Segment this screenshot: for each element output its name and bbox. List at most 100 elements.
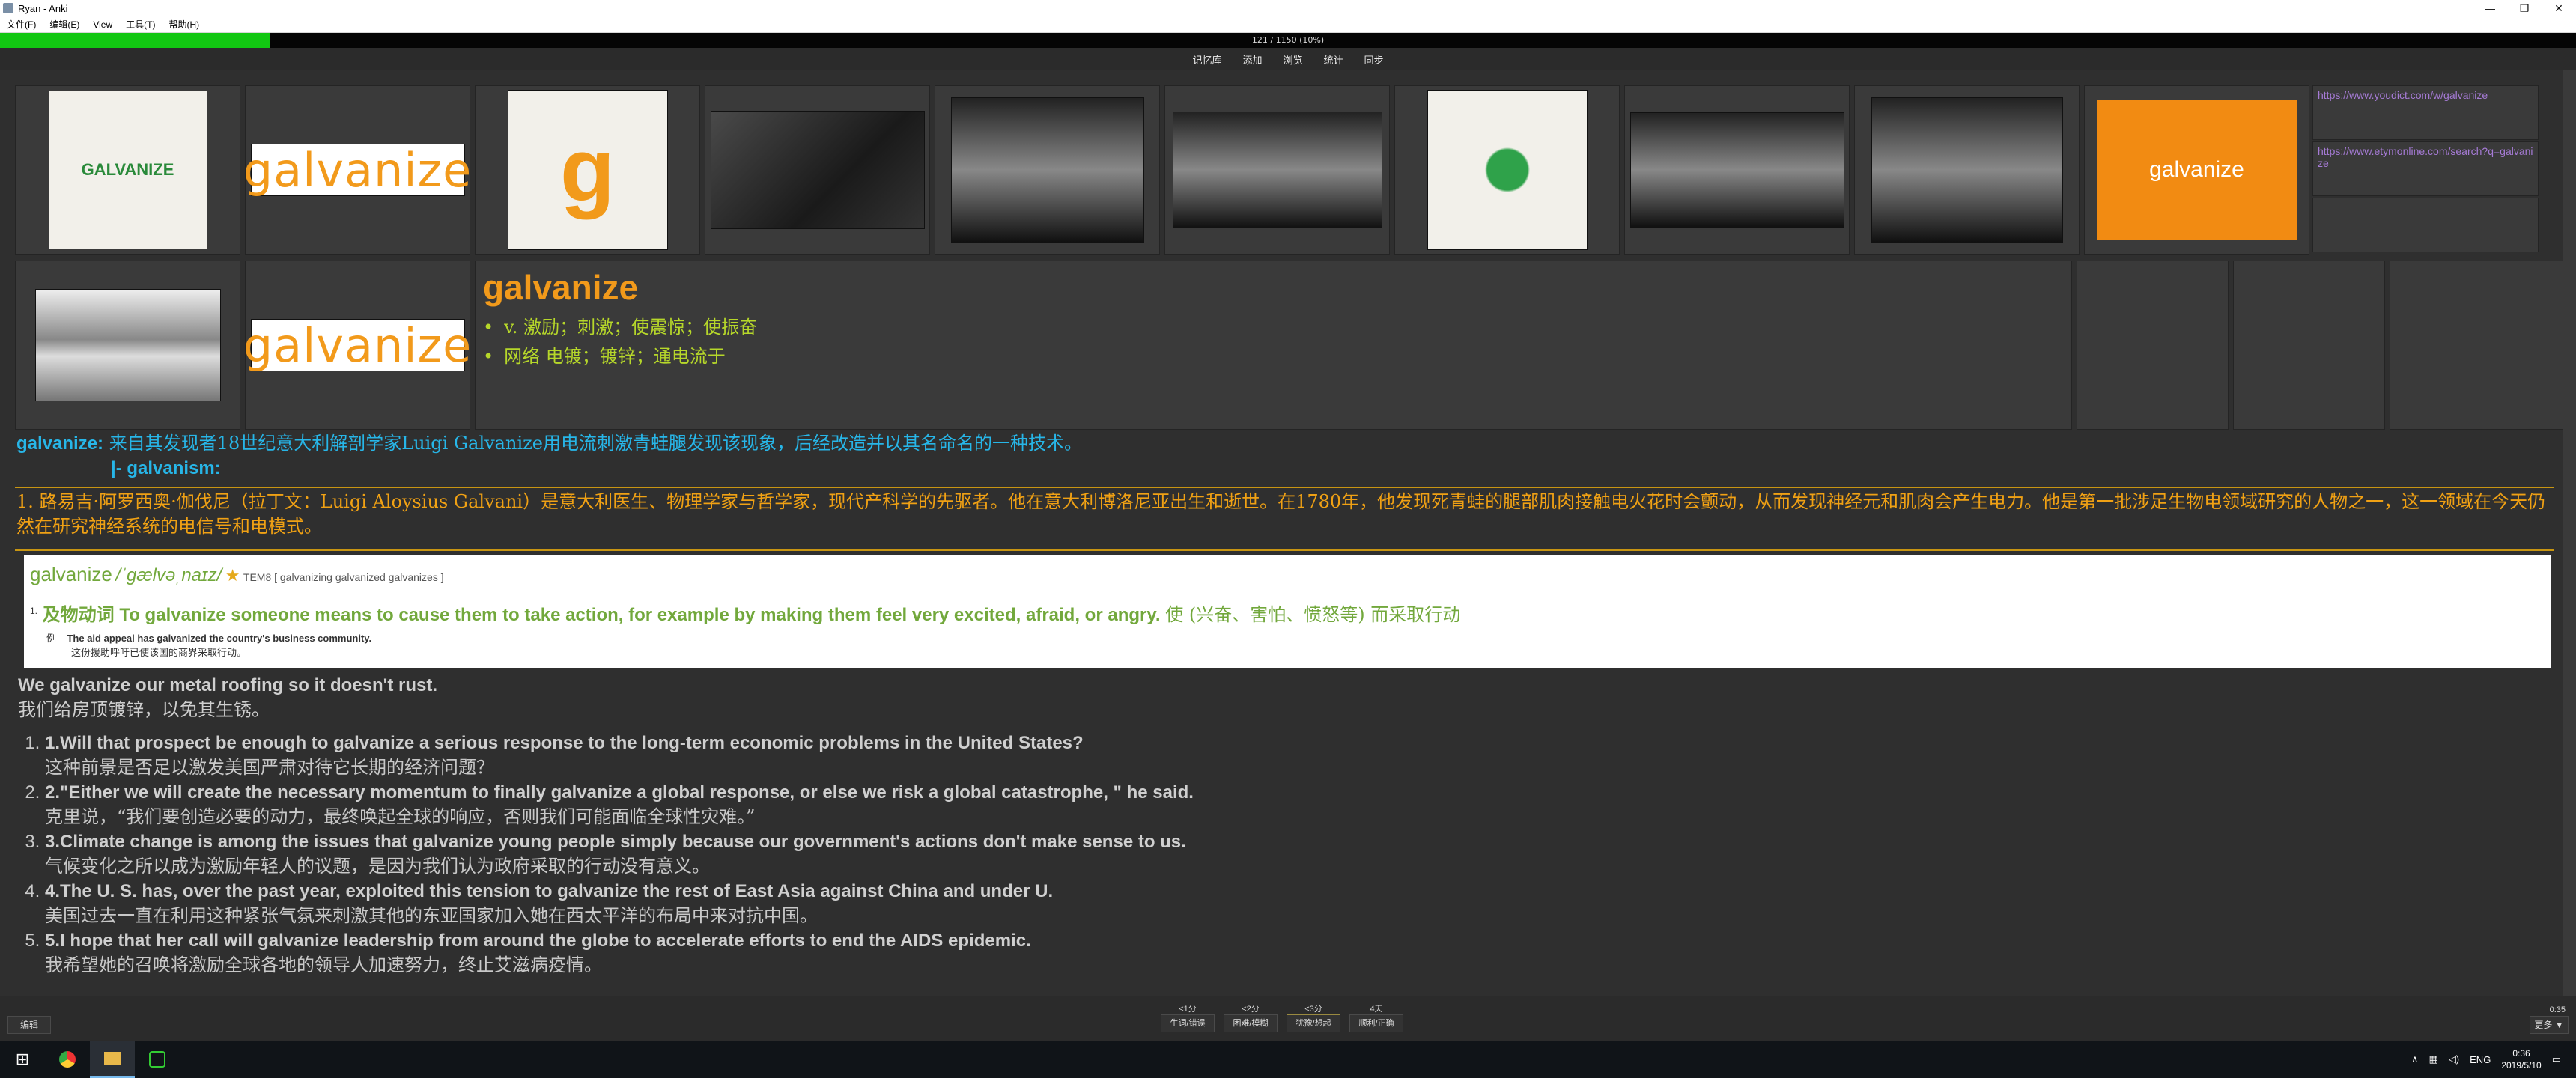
empty-tile bbox=[2233, 261, 2385, 430]
answer-bar: 编辑 <1分 生词/错误 <2分 困难/模糊 <3分 犹豫/想起 4天 顺利/正… bbox=[0, 996, 2576, 1041]
list-item: 3.Climate change is among the issues tha… bbox=[45, 829, 2549, 879]
bullet-icon: • bbox=[483, 346, 494, 367]
galvanize-g-logo-image: g bbox=[507, 90, 668, 250]
image-grid: GALVANIZE galvanize g galvanize bbox=[15, 85, 2309, 255]
toolbar-add[interactable]: 添加 bbox=[1233, 50, 1271, 69]
definition-item: • v. 激励；刺激；使震惊；使振奋 bbox=[483, 312, 2064, 338]
answer-easy: 4天 顺利/正确 bbox=[1349, 1002, 1403, 1032]
reference-links: https://www.youdict.com/w/galvanize http… bbox=[2312, 85, 2539, 254]
answer-again: <1分 生词/错误 bbox=[1161, 1002, 1215, 1032]
clock-date: 2019/5/10 bbox=[2501, 1060, 2542, 1071]
bullet-icon: • bbox=[483, 317, 494, 338]
minimize-button[interactable]: — bbox=[2473, 0, 2507, 16]
clown-portrait-image bbox=[1871, 97, 2063, 243]
example-list: 1.Will that prospect be enough to galvan… bbox=[18, 731, 2549, 978]
menu-file[interactable]: 文件(F) bbox=[0, 18, 43, 31]
image-tile: galvanize bbox=[243, 85, 471, 255]
menu-edit[interactable]: 编辑(E) bbox=[43, 18, 86, 31]
biography-text: 1. 路易吉·阿罗西奥·伽伐尼（拉丁文：Luigi Aloysius Galva… bbox=[16, 490, 2555, 539]
etymology-text: 来自其发现者18世纪意大利解剖学家Luigi Galvanize用电流刺激青蛙腿… bbox=[109, 433, 1082, 454]
image-tile bbox=[15, 261, 240, 430]
word-title: galvanize bbox=[483, 268, 639, 307]
list-item: 2."Either we will create the necessary m… bbox=[45, 780, 2549, 829]
definition-list: • v. 激励；刺激；使震惊；使振奋 • 网络 电镀；镀锌；通电流于 bbox=[483, 312, 2064, 368]
example-en: 2."Either we will create the necessary m… bbox=[45, 782, 1194, 803]
close-button[interactable]: ✕ bbox=[2542, 0, 2576, 16]
answer-again-button[interactable]: 生词/错误 bbox=[1161, 1014, 1215, 1032]
youdict-link[interactable]: https://www.youdict.com/w/galvanize bbox=[2312, 85, 2539, 140]
example-en: 4.The U. S. has, over the past year, exp… bbox=[45, 881, 1054, 901]
sense-english: 及物动词 To galvanize someone means to cause… bbox=[42, 605, 1161, 625]
image-tile bbox=[1394, 85, 1620, 255]
star-icon: ★ bbox=[225, 566, 240, 585]
answer-hard: <2分 困难/模糊 bbox=[1224, 1002, 1278, 1032]
dict-headword: galvanize bbox=[30, 563, 112, 585]
answer-good: <3分 犹豫/想起 bbox=[1287, 1002, 1340, 1032]
card-view: GALVANIZE galvanize g galvanize https://… bbox=[0, 70, 2576, 996]
card-scrollbar[interactable] bbox=[2563, 70, 2576, 996]
answer-good-button[interactable]: 犹豫/想起 bbox=[1287, 1014, 1340, 1032]
separator bbox=[15, 487, 2554, 488]
toolbar-decks[interactable]: 记忆库 bbox=[1183, 50, 1230, 69]
etymology-sub-label: |- galvanism: bbox=[111, 458, 221, 478]
definition-item: • 网络 电镀；镀锌；通电流于 bbox=[483, 341, 2064, 368]
system-tray: ∧ ▦ ◁) ENG 0:36 2019/5/10 ▭ bbox=[2411, 1047, 2576, 1071]
chrome-icon[interactable] bbox=[45, 1041, 90, 1078]
dict-sense: 1. 及物动词 To galvanize someone means to ca… bbox=[30, 600, 2545, 626]
empty-link-cell bbox=[2312, 198, 2539, 252]
restore-button[interactable]: ❐ bbox=[2507, 0, 2542, 16]
lead-sentence-cn: 我们给房顶镀锌，以免其生锈。 bbox=[18, 699, 270, 720]
windows-start-icon[interactable]: ⊞ bbox=[0, 1041, 45, 1078]
network-icon[interactable]: ▦ bbox=[2429, 1053, 2438, 1065]
galvanize-orange-logo-image: galvanize bbox=[2096, 100, 2297, 240]
notification-icon[interactable]: ▭ bbox=[2552, 1053, 2561, 1065]
answer-buttons: <1分 生词/错误 <2分 困难/模糊 <3分 犹豫/想起 4天 顺利/正确 bbox=[1161, 1002, 1403, 1032]
image-tile: galvanize bbox=[243, 261, 473, 430]
anki-taskbar-icon[interactable] bbox=[135, 1041, 180, 1078]
answer-hard-button[interactable]: 困难/模糊 bbox=[1224, 1014, 1278, 1032]
galvanize-wordmark-image-2: galvanize bbox=[243, 317, 473, 373]
volume-icon[interactable]: ◁) bbox=[2449, 1053, 2459, 1065]
dict-header: galvanize /ˈɡælvəˌnaɪz/ ★ TEM8 [ galvani… bbox=[30, 563, 2545, 586]
group-photo-image bbox=[710, 111, 925, 229]
language-indicator[interactable]: ENG bbox=[2470, 1054, 2491, 1065]
etymonline-link[interactable]: https://www.etymonline.com/search?q=galv… bbox=[2312, 141, 2539, 196]
example-cn: 克里说，“我们要创造必要的动力，最终唤起全球的响应，否则我们可能面临全球性灾难。… bbox=[45, 806, 756, 827]
lead-sentence-en: We galvanize our metal roofing so it doe… bbox=[18, 675, 438, 695]
tray-chevron-icon[interactable]: ∧ bbox=[2411, 1053, 2419, 1065]
clown-face-image-1 bbox=[950, 97, 1144, 243]
etymology-block: galvanize: 来自其发现者18世纪意大利解剖学家Luigi Galvan… bbox=[16, 431, 1082, 481]
menu-view[interactable]: View bbox=[86, 19, 119, 30]
window-title: Ryan - Anki bbox=[18, 2, 68, 14]
toolbar-sync[interactable]: 同步 bbox=[1355, 50, 1393, 69]
separator bbox=[15, 549, 2554, 551]
toolbar-browse[interactable]: 浏览 bbox=[1274, 50, 1311, 69]
main-toolbar: 记忆库 添加 浏览 统计 同步 bbox=[0, 48, 2576, 70]
menu-bar: 文件(F) 编辑(E) View 工具(T) 帮助(H) bbox=[0, 16, 2576, 33]
image-tile: GALVANIZE bbox=[15, 85, 240, 255]
example-en: 1.Will that prospect be enough to galvan… bbox=[45, 733, 1084, 753]
answer-interval: 4天 bbox=[1370, 1005, 1383, 1014]
word-definition-panel: galvanize • v. 激励；刺激；使震惊；使振奋 • 网络 电镀；镀锌；通电… bbox=[475, 261, 2072, 430]
hand-logo-image bbox=[1427, 90, 1588, 250]
list-item: 4.The U. S. has, over the past year, exp… bbox=[45, 879, 2549, 928]
more-button[interactable]: 更多 ▼ bbox=[2530, 1016, 2569, 1034]
etymology-line: galvanize: 来自其发现者18世纪意大利解剖学家Luigi Galvan… bbox=[16, 431, 1082, 456]
file-explorer-icon[interactable] bbox=[90, 1041, 135, 1078]
example-sentences: We galvanize our metal roofing so it doe… bbox=[18, 674, 2549, 978]
definition-text: 网络 电镀；镀锌；通电流于 bbox=[504, 346, 726, 367]
clock-time: 0:36 bbox=[2512, 1048, 2530, 1059]
edit-button[interactable]: 编辑 bbox=[7, 1016, 51, 1034]
image-tile bbox=[1164, 85, 1390, 255]
example-english: The aid appeal has galvanized the countr… bbox=[67, 633, 372, 644]
etymology-label: galvanize: bbox=[16, 433, 104, 454]
toolbar-stats[interactable]: 统计 bbox=[1315, 50, 1352, 69]
answer-interval: <1分 bbox=[1179, 1005, 1197, 1014]
menu-help[interactable]: 帮助(H) bbox=[162, 18, 206, 31]
answer-easy-button[interactable]: 顺利/正确 bbox=[1349, 1014, 1403, 1032]
image-tile: g bbox=[475, 85, 700, 255]
clock[interactable]: 0:36 2019/5/10 bbox=[2501, 1047, 2541, 1071]
sense-number: 1. bbox=[30, 606, 38, 616]
list-item: 1.Will that prospect be enough to galvan… bbox=[45, 731, 2549, 780]
menu-tools[interactable]: 工具(T) bbox=[119, 18, 162, 31]
